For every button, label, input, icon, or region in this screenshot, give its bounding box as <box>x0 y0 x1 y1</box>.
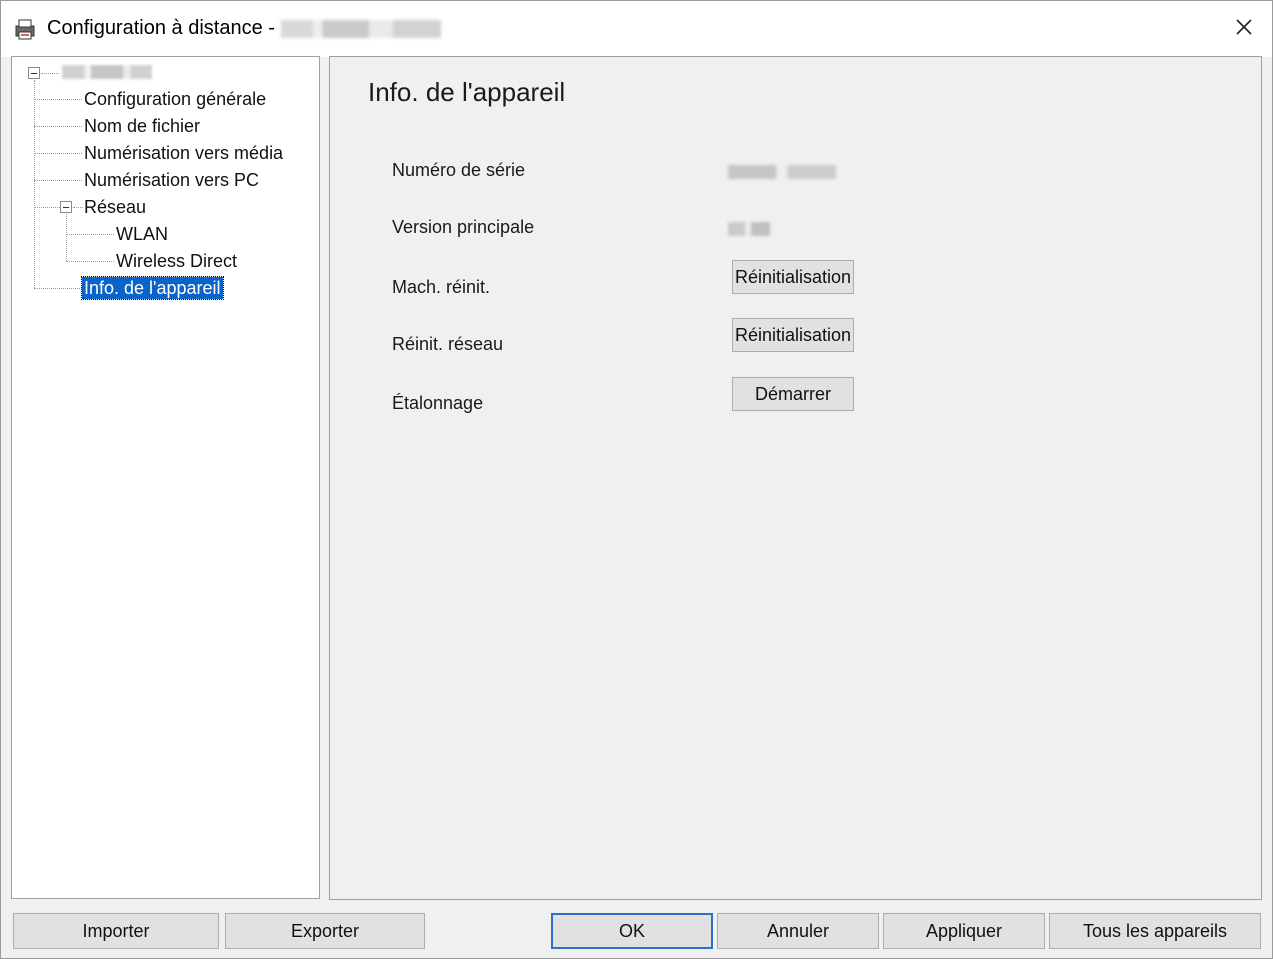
import-button[interactable]: Importer <box>13 913 219 949</box>
collapse-root-icon[interactable] <box>28 67 40 79</box>
title-bar: Configuration à distance - <box>1 1 1272 57</box>
tree-connector <box>34 126 82 127</box>
machine-reset-label: Mach. réinit. <box>392 277 491 297</box>
main-version-value-redacted <box>728 222 770 236</box>
tree-item-network[interactable]: Réseau <box>84 196 146 218</box>
tree-root-redacted[interactable] <box>62 65 152 79</box>
tree-item-scan-to-media[interactable]: Numérisation vers média <box>84 142 283 164</box>
calibration-start-button[interactable]: Démarrer <box>732 377 854 411</box>
serial-number-value-redacted <box>728 165 836 179</box>
tree-item-general-setup[interactable]: Configuration générale <box>84 88 266 110</box>
close-icon <box>1234 17 1254 42</box>
close-button[interactable] <box>1216 1 1272 57</box>
export-button[interactable]: Exporter <box>225 913 425 949</box>
all-devices-button[interactable]: Tous les appareils <box>1049 913 1261 949</box>
redacted-device-name <box>280 19 441 38</box>
tree-connector <box>34 80 35 288</box>
network-reset-button[interactable]: Réinitialisation <box>732 318 854 352</box>
serial-number-label: Numéro de série <box>392 160 526 180</box>
printer-config-icon <box>13 17 37 41</box>
ok-button[interactable]: OK <box>551 913 713 949</box>
tree-item-device-info[interactable]: Info. de l'appareil <box>81 276 224 300</box>
tree-connector <box>34 153 82 154</box>
apply-button[interactable]: Appliquer <box>883 913 1045 949</box>
window-title: Configuration à distance - <box>47 17 441 40</box>
tree-item-wlan[interactable]: WLAN <box>116 223 168 245</box>
tree-connector <box>34 99 82 100</box>
tree-connector <box>34 207 62 208</box>
page-title: Info. de l'appareil <box>368 77 566 107</box>
collapse-network-icon[interactable] <box>60 201 72 213</box>
device-info-panel: Info. de l'appareil Numéro de série Vers… <box>329 56 1262 900</box>
remote-setup-window: Configuration à distance - Configuration… <box>0 0 1273 959</box>
tree-connector <box>66 214 67 261</box>
tree-item-file-name[interactable]: Nom de fichier <box>84 115 200 137</box>
main-version-label: Version principale <box>392 217 535 237</box>
machine-reset-button[interactable]: Réinitialisation <box>732 260 854 294</box>
tree-connector <box>66 261 114 262</box>
tree-connector <box>73 207 83 208</box>
tree-item-scan-to-pc[interactable]: Numérisation vers PC <box>84 169 259 191</box>
tree-item-wireless-direct[interactable]: Wireless Direct <box>116 250 237 272</box>
tree-connector <box>66 234 114 235</box>
tree-connector <box>41 73 59 74</box>
calibration-label: Étalonnage <box>392 393 484 413</box>
tree-connector <box>34 288 82 289</box>
tree-connector <box>34 180 82 181</box>
settings-tree: Configuration générale Nom de fichier Nu… <box>11 56 320 899</box>
cancel-button[interactable]: Annuler <box>717 913 879 949</box>
network-reset-label: Réinit. réseau <box>392 334 504 354</box>
